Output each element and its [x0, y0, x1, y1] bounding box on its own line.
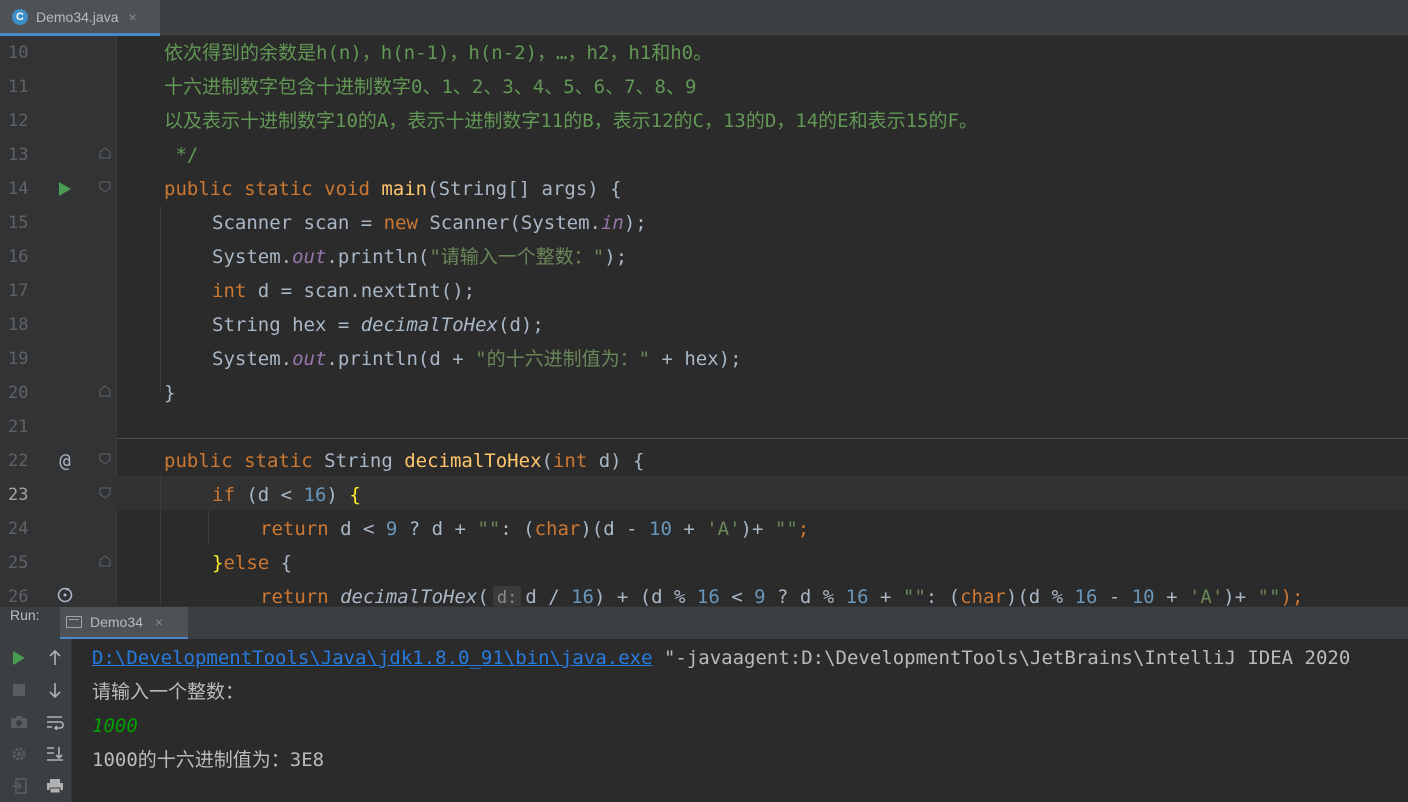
exit-icon[interactable] [6, 773, 32, 799]
line-number: 11 [8, 77, 29, 97]
code-line-26: return decimalToHex(d: d / 16) + (d % 16 … [260, 580, 1303, 606]
java-class-icon: C [12, 8, 28, 25]
line-number: 17 [8, 281, 29, 301]
code-line-25: }else { [212, 552, 293, 574]
fold-end-icon[interactable] [98, 146, 112, 160]
fold-start-icon[interactable] [98, 486, 112, 500]
line-number: 12 [8, 111, 29, 131]
code-line-19: System.out.println(d + "的十六进制值为：" + hex)… [212, 348, 742, 370]
code-line-15: Scanner scan = new Scanner(System.in); [212, 212, 647, 234]
run-main-icon[interactable] [55, 172, 75, 206]
line-number: 20 [8, 383, 29, 403]
line-number: 26 [8, 587, 29, 606]
code-line-24: return d < 9 ? d + "": (char)(d - 10 + '… [260, 518, 810, 540]
code-line-22: public static String decimalToHex(int d)… [164, 450, 645, 472]
code-line-10: 依次得到的余数是h(n)，h(n-1)，h(n-2)，…，h2，h1和h0。 [164, 42, 713, 64]
editor-tab-demo34[interactable]: C Demo34.java × [0, 0, 160, 36]
code-line-23: if (d < 16) { [212, 484, 361, 506]
console-prompt: 请输入一个整数： [92, 681, 245, 703]
console-user-input: 1000 [92, 715, 138, 737]
close-run-tab-icon[interactable]: × [155, 614, 163, 630]
line-number: 13 [8, 145, 29, 165]
editor-tab-label: Demo34.java [36, 8, 119, 25]
line-number: 14 [8, 179, 29, 199]
print-icon[interactable] [42, 773, 68, 799]
code-line-13: */ [164, 144, 199, 166]
soft-wrap-icon[interactable] [42, 709, 68, 735]
code-line-16: System.out.println("请输入一个整数："); [212, 246, 628, 268]
run-toolwindow-header: Run: Demo34 × [0, 606, 1408, 640]
code-line-12: 以及表示十进制数字10的A，表示十进制数字11的B，表示12的C，13的D，14… [164, 110, 978, 132]
recursive-call-icon [55, 578, 75, 606]
settings-icon[interactable] [6, 741, 32, 767]
line-number: 25 [8, 553, 29, 573]
fold-end-icon[interactable] [98, 384, 112, 398]
run-tab-label: Demo34 [90, 614, 143, 630]
fold-start-icon[interactable] [98, 180, 112, 194]
run-tab-demo34[interactable]: Demo34 × [60, 607, 188, 640]
java-exe-link[interactable]: D:\DevelopmentTools\Java\jdk1.8.0_91\bin… [92, 647, 653, 669]
line-number: 15 [8, 213, 29, 233]
run-panel: D:\DevelopmentTools\Java\jdk1.8.0_91\bin… [0, 639, 1408, 802]
line-number: 18 [8, 315, 29, 335]
editor-tab-bar: C Demo34.java × [0, 0, 1408, 36]
implementing-marker-icon[interactable]: @ [55, 444, 75, 478]
rerun-icon[interactable] [6, 645, 32, 671]
scroll-to-end-icon[interactable] [42, 741, 68, 767]
camera-icon[interactable] [6, 709, 32, 735]
line-number-current: 23 [8, 485, 29, 505]
close-tab-icon[interactable]: × [129, 9, 137, 25]
line-number: 24 [8, 519, 29, 539]
fold-start-icon[interactable] [98, 452, 112, 466]
line-number: 10 [8, 43, 29, 63]
code-line-18: String hex = decimalToHex(d); [212, 314, 544, 336]
run-toolbar [0, 639, 72, 802]
code-line-14: public static void main(String[] args) { [164, 178, 622, 200]
code-line-17: int d = scan.nextInt(); [212, 280, 476, 302]
code-line-11: 十六进制数字包含十进制数字0、1、2、3、4、5、6、7、8、9 [164, 76, 697, 98]
line-number: 21 [8, 417, 29, 437]
parameter-hint: d: [492, 586, 522, 606]
console-icon [66, 616, 82, 628]
code-line-20: } [164, 382, 176, 404]
code-editor[interactable]: 10 11 12 13 14 15 16 17 18 19 20 21 22 2… [0, 36, 1408, 606]
stop-icon[interactable] [6, 677, 32, 703]
line-number: 16 [8, 247, 29, 267]
method-separator [116, 438, 1408, 439]
down-arrow-icon[interactable] [42, 677, 68, 703]
fold-end-icon[interactable] [98, 554, 112, 568]
line-number: 22 [8, 451, 29, 471]
console-output: 1000的十六进制值为：3E8 [92, 749, 325, 771]
line-number: 19 [8, 349, 29, 369]
run-label: Run: [10, 607, 40, 623]
up-arrow-icon[interactable] [42, 645, 68, 671]
console-command-line: D:\DevelopmentTools\Java\jdk1.8.0_91\bin… [92, 647, 1351, 669]
